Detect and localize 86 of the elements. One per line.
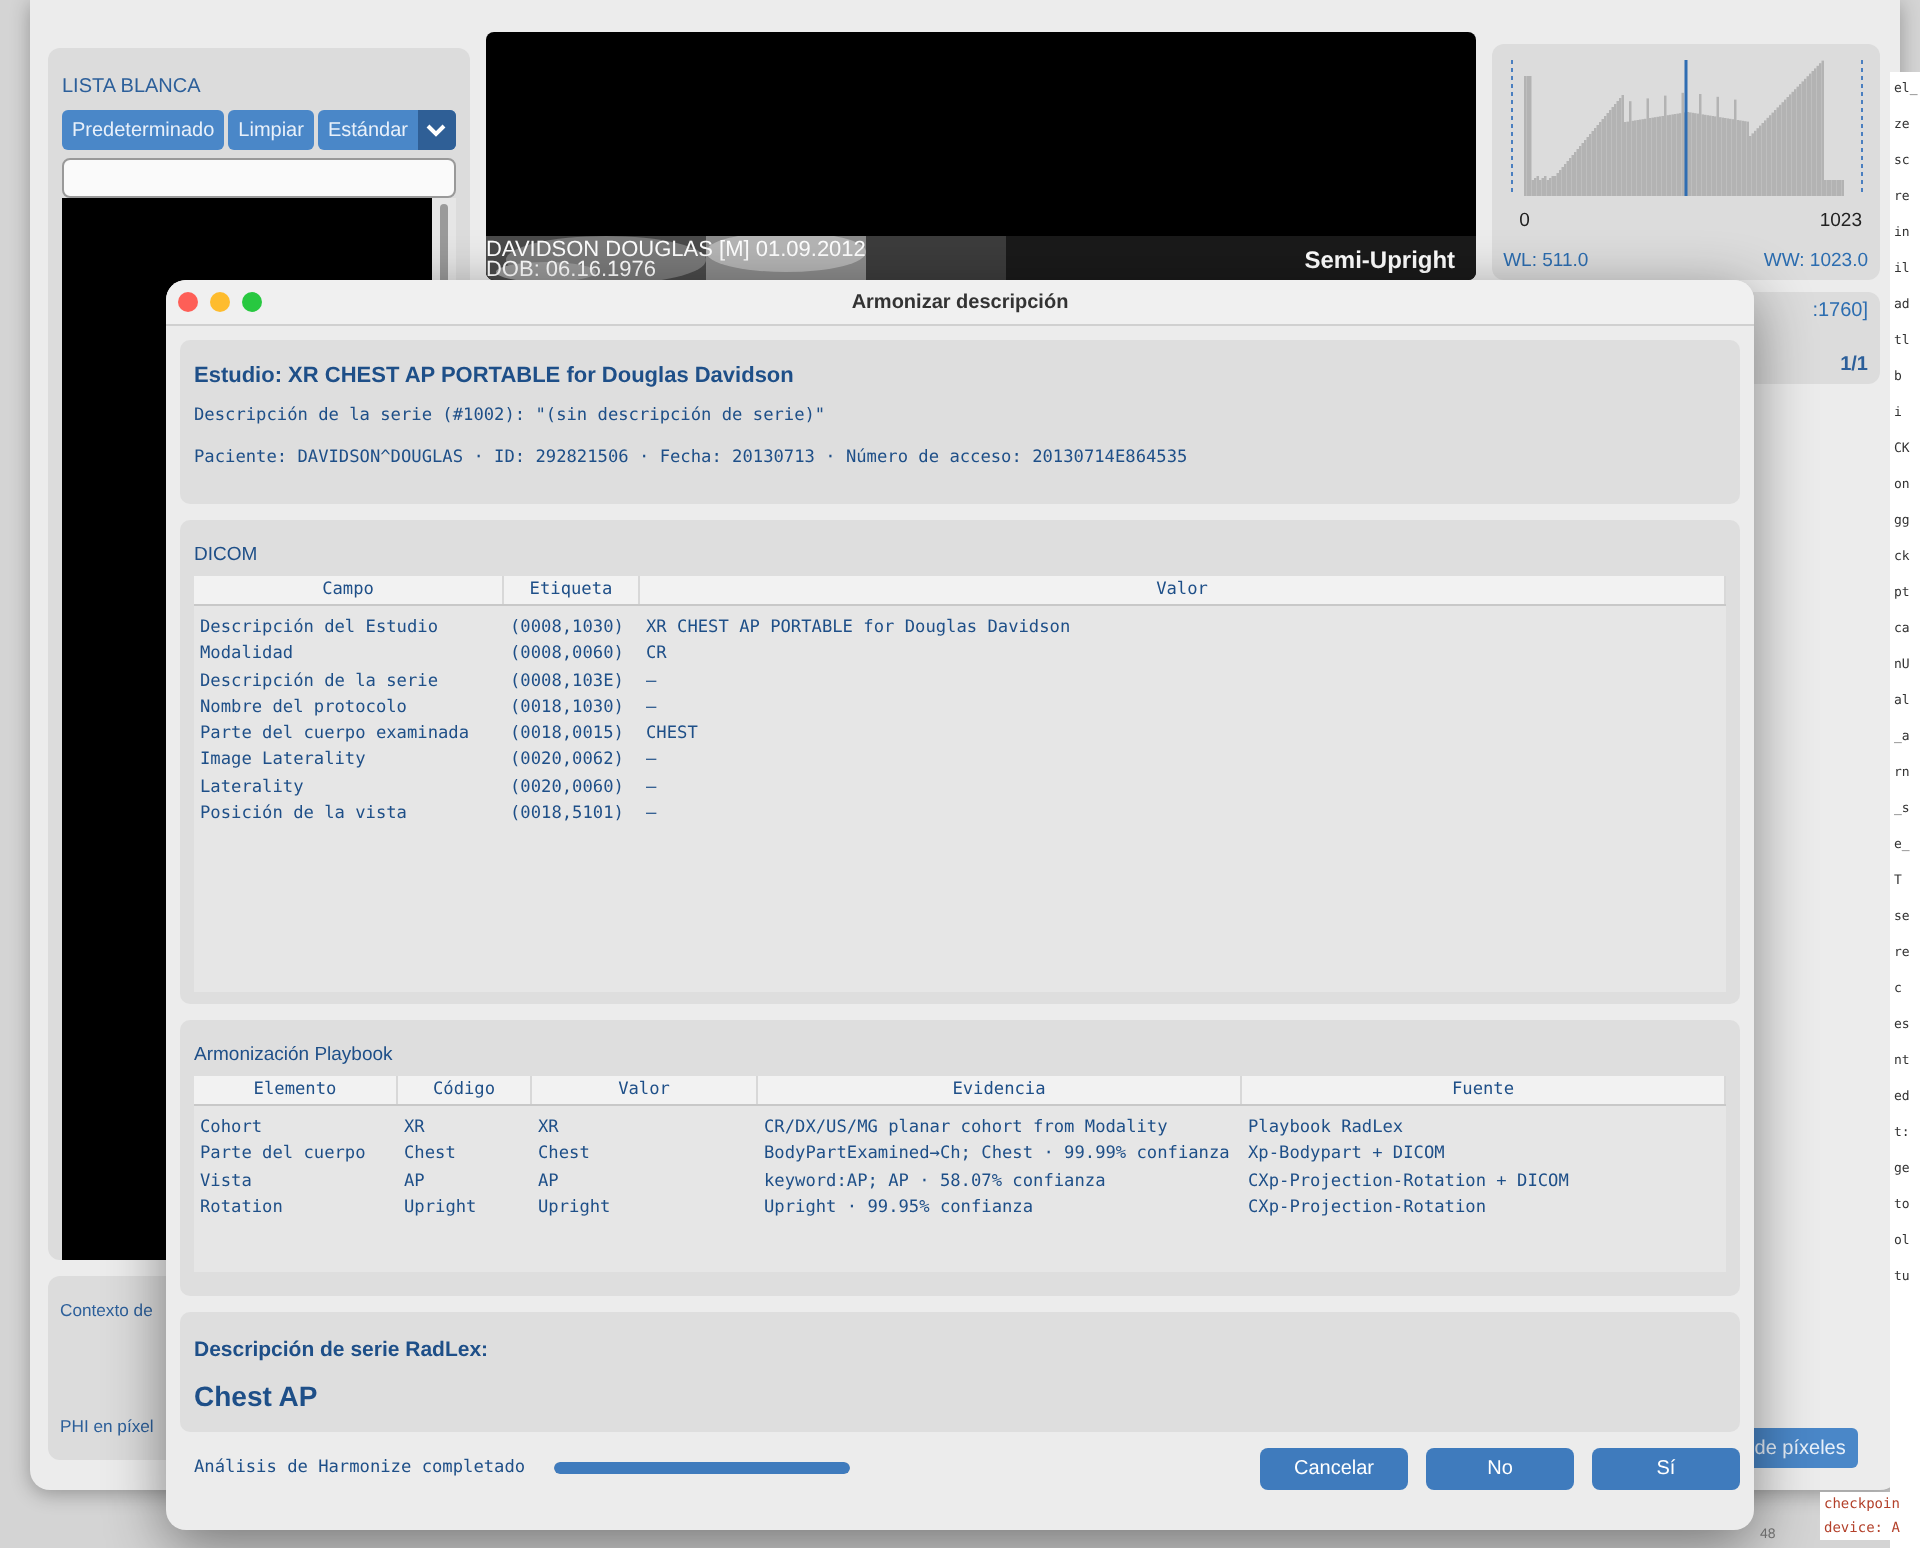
table-cell-text: Descripción de la serie <box>198 669 440 696</box>
table-cell-text: Rotation <box>198 1195 285 1222</box>
dialog-button[interactable]: Sí <box>1592 1447 1740 1489</box>
table-cell-text: Parte del cuerpo <box>198 1142 368 1169</box>
table-cell-text: Descripción del Estudio <box>198 616 440 642</box>
table-cell-text: XR CHEST AP PORTABLE for Douglas Davidson <box>644 616 1073 642</box>
section-title: DICOM <box>194 542 260 570</box>
table-cell-text: AP <box>536 1169 561 1196</box>
table-cell-text: Chest <box>402 1142 458 1169</box>
preset-button[interactable]: Predeterminado <box>62 110 225 150</box>
minimize-button[interactable] <box>210 292 230 312</box>
table-cell-text: Cohort <box>198 1116 265 1142</box>
window-level-line[interactable] <box>1683 60 1687 196</box>
table-cell-text: Chest <box>536 1142 592 1169</box>
table-cell-text: Upright · 99.95% confianza <box>762 1195 1036 1222</box>
zoom-button[interactable] <box>242 292 262 312</box>
filter-field[interactable] <box>62 158 456 198</box>
table-cell-text: Image Laterality <box>198 748 368 775</box>
table-cell-text: Modalidad <box>198 642 296 669</box>
image-count: 1/1 <box>1840 354 1868 376</box>
table-cell-text: (0008,0060) <box>508 642 626 669</box>
section-title: Armonización Playbook <box>194 1042 395 1070</box>
table-cell-text: (0018,5101) <box>508 802 626 829</box>
range-text: :1760] <box>1812 300 1868 322</box>
table-cell-text: XR <box>536 1116 561 1142</box>
table-cell-text: (0008,103E) <box>508 669 626 696</box>
axis-label: 1023 <box>1819 210 1862 232</box>
table-cell-text: Vista <box>198 1169 254 1196</box>
context-label: Contexto de <box>60 1300 155 1320</box>
dialog-title: Armonizar descripción <box>851 291 1069 313</box>
dialog-button[interactable]: Cancelar <box>1260 1447 1408 1489</box>
series-description: Descripción de la serie (#1002): "(sin descripción de serie)" <box>194 406 828 426</box>
table-cell-text: Posición de la vista <box>198 802 409 829</box>
table-cell-text: — <box>644 748 659 775</box>
table-cell-text: CR <box>644 642 669 669</box>
table-cell-text: Playbook RadLex <box>1246 1116 1406 1142</box>
phi-label: PHI en píxel <box>60 1416 156 1436</box>
table-cell-text: Upright <box>536 1195 613 1222</box>
table-cell-text: CHEST <box>644 722 700 749</box>
column-header: Valor <box>640 576 1726 604</box>
preset-dropdown[interactable]: Estándar <box>317 110 456 150</box>
axis-label: 0 <box>1519 210 1530 232</box>
column-header: Código <box>398 1076 532 1104</box>
table-cell-text: XR <box>402 1116 427 1142</box>
window-bound-line[interactable] <box>1510 59 1513 197</box>
table-cell-text: (0018,1030) <box>508 695 626 722</box>
table-cell-text: CXp-Projection-Rotation + DICOM <box>1246 1169 1571 1196</box>
close-button[interactable] <box>178 292 198 312</box>
patient-overlay: DAVIDSON DOUGLAS [M] 01.09.2012 <box>485 240 866 260</box>
table-cell-text: — <box>644 695 659 722</box>
table-cell-text: (0020,0060) <box>508 775 626 802</box>
window-width: WW: 1023.0 <box>1763 250 1868 272</box>
table-cell-text: Parte del cuerpo examinada <box>198 722 472 749</box>
window-level: WL: 511.0 <box>1503 250 1589 272</box>
radlex-value: Chest AP <box>194 1380 320 1412</box>
column-header: Etiqueta <box>504 576 640 604</box>
table-cell-text: — <box>644 775 659 802</box>
table-cell-text: (0018,0015) <box>508 722 626 749</box>
column-header: Fuente <box>1242 1076 1726 1104</box>
panel-title: LISTA BLANCA <box>62 76 203 98</box>
table-cell-text: Laterality <box>198 775 306 802</box>
table-cell-text: — <box>644 802 659 829</box>
patient-info: Paciente: DAVIDSON^DOUGLAS · ID: 292821506 · Fecha: 20130713 · Número de acceso: 20130714E864535 <box>194 448 1190 468</box>
column-header: Evidencia <box>758 1076 1242 1104</box>
table-cell-text: keyword:AP; AP · 58.07% confianza <box>762 1169 1108 1196</box>
table-cell-text: (0020,0062) <box>508 748 626 775</box>
column-header: Valor <box>532 1076 758 1104</box>
study-heading: Estudio: XR CHEST AP PORTABLE for Douglas Davidson <box>194 364 796 388</box>
preset-button[interactable]: Limpiar <box>228 110 314 150</box>
table-cell-text: (0008,1030) <box>508 616 626 642</box>
table-cell-text: — <box>644 669 659 696</box>
table-cell-text: AP <box>402 1169 427 1196</box>
table-cell-text: CXp-Projection-Rotation <box>1246 1195 1488 1222</box>
window-bound-line[interactable] <box>1860 59 1863 197</box>
table-cell-text: Xp-Bodypart + DICOM <box>1246 1142 1447 1169</box>
column-header: Elemento <box>194 1076 398 1104</box>
column-header: Campo <box>194 576 504 604</box>
chevron-down-icon <box>426 123 447 137</box>
table-cell-text: Upright <box>402 1195 479 1222</box>
view-overlay: Semi-Upright <box>1304 246 1456 274</box>
status-text: Análisis de Harmonize completado <box>194 1458 526 1478</box>
dialog-button[interactable]: No <box>1426 1447 1574 1489</box>
table-cell-text: BodyPartExamined→Ch; Chest · 99.99% confianza <box>762 1142 1232 1169</box>
table-cell-text: CR/DX/US/MG planar cohort from Modality <box>762 1116 1170 1142</box>
table-cell-text: Nombre del protocolo <box>198 695 409 722</box>
radlex-label: Descripción de serie RadLex: <box>194 1338 491 1362</box>
